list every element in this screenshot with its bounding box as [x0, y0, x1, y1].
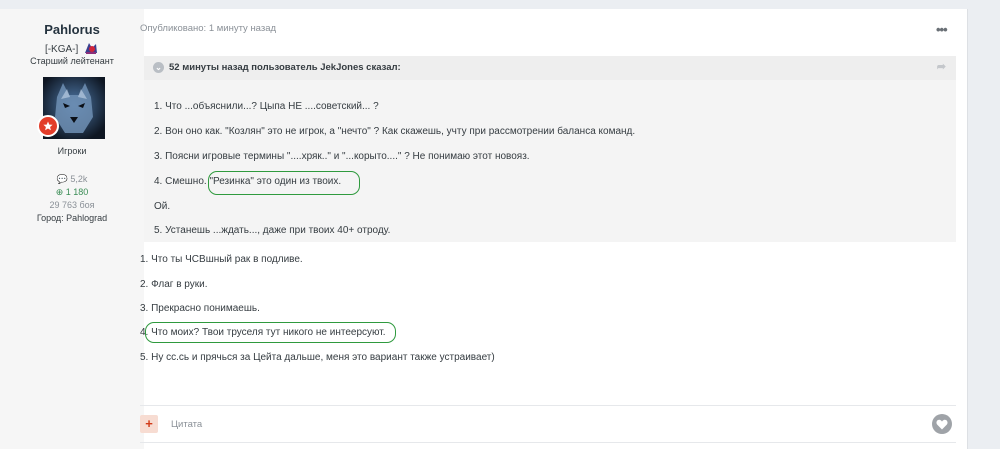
author-group: Игроки	[57, 146, 87, 156]
quote-button[interactable]: Цитата	[171, 419, 202, 430]
comment-icon: 💬	[56, 174, 68, 184]
reply-line: 1. Что ты ЧСВшный рак в подливе.	[140, 254, 303, 265]
quote-block: ⌄ 52 минуты назад пользователь JekJones …	[144, 56, 956, 242]
author-panel: Pahlorus [-KGA-] Старший лейтенант Игрок…	[0, 9, 144, 449]
rank-badge-icon	[37, 115, 59, 137]
author-stats: 💬 5,2k ⊕ 1 180 29 763 боя Город: Pahlogr…	[0, 173, 144, 225]
share-arrow-icon[interactable]: ➦	[937, 60, 946, 73]
reputation: ⊕ 1 180	[0, 186, 144, 199]
avatar[interactable]	[37, 77, 105, 139]
plus-button[interactable]: +	[140, 415, 158, 433]
author-name[interactable]: Pahlorus	[0, 22, 144, 37]
quote-line: 1. Что ...объяснили...? Цыпа НЕ ....сове…	[154, 101, 379, 112]
author-rank: Старший лейтенант	[30, 56, 114, 66]
post-timestamp[interactable]: Опубликовано: 1 минуту назад	[140, 23, 276, 34]
clan-tag[interactable]: [-KGA-]	[45, 44, 78, 55]
author-city: Город: Pahlograd	[36, 213, 108, 223]
chevron-down-icon[interactable]: ⌄	[153, 62, 164, 73]
reply-line: 2. Флаг в руки.	[140, 279, 208, 290]
divider	[140, 442, 956, 443]
highlight-oval	[208, 171, 360, 195]
quote-line: 2. Вон оно как. "Козлян" это не игрок, а…	[154, 126, 636, 137]
like-heart-icon[interactable]	[932, 414, 952, 434]
plus-circle-icon: ⊕	[55, 187, 64, 197]
posts-count: 💬 5,2k	[0, 173, 144, 186]
reply-line: 3. Прекрасно понимаешь.	[140, 303, 260, 314]
quote-line: Ой.	[154, 201, 171, 212]
reply-line: 5. Ну сс.сь и прячься за Цейта дальше, м…	[140, 352, 495, 363]
post-card: Pahlorus [-KGA-] Старший лейтенант Игрок…	[0, 9, 968, 449]
reputation-value: 1 180	[65, 187, 89, 197]
more-options-icon[interactable]: •••	[936, 22, 948, 37]
quote-citation[interactable]: 52 минуты назад пользователь JekJones ск…	[169, 62, 401, 73]
divider	[140, 405, 956, 406]
quote-line: 3. Поясни игровые термины "....хряк.." и…	[154, 151, 530, 162]
posts-value: 5,2k	[70, 174, 88, 184]
highlight-oval	[145, 322, 396, 343]
quote-header: ⌄ 52 минуты назад пользователь JekJones …	[144, 56, 956, 80]
quote-line: 5. Устанешь ...ждать..., даже при твоих …	[154, 225, 391, 236]
battles-count: 29 763 боя	[49, 200, 95, 210]
